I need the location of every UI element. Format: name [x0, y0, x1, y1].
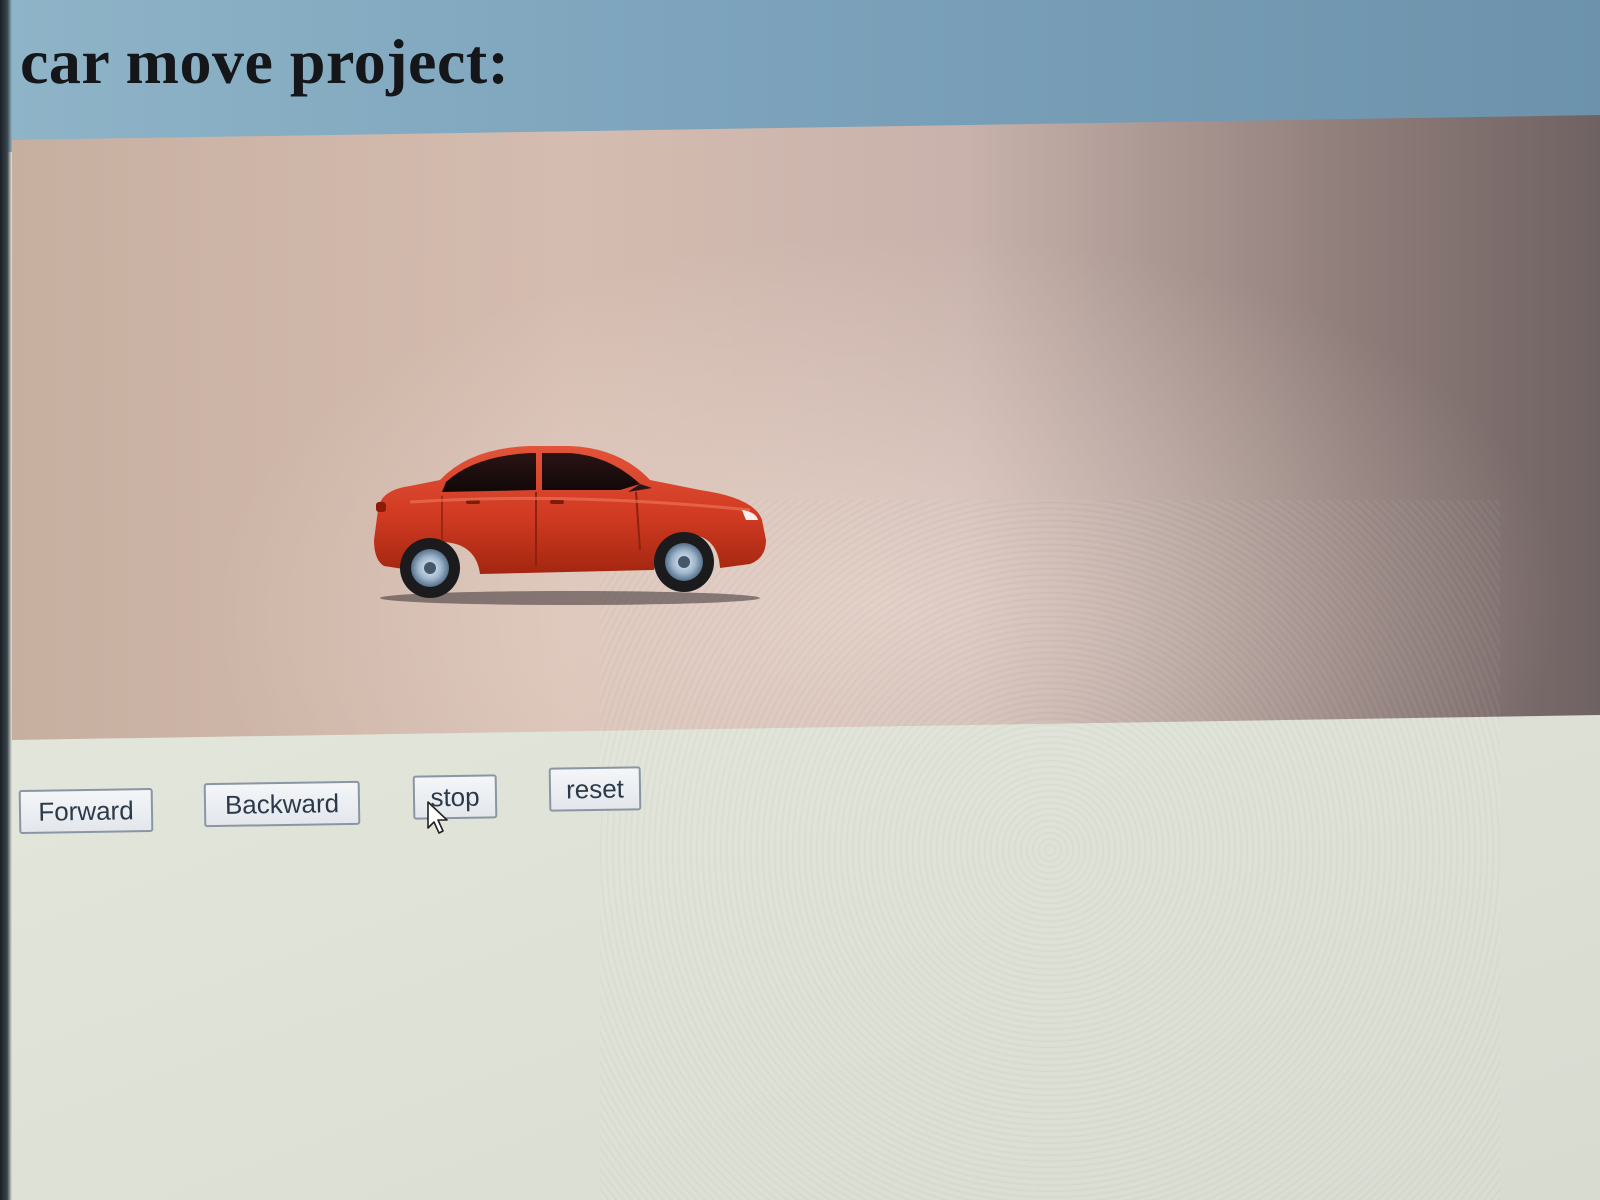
stage-lighting: [12, 115, 1600, 740]
backward-button[interactable]: Backward: [203, 780, 361, 828]
red-sedan-car-icon: [374, 446, 766, 605]
screen-bezel-edge: [0, 0, 12, 1200]
car-stage: [12, 115, 1600, 740]
stop-button[interactable]: stop: [412, 774, 498, 820]
forward-button[interactable]: Forward: [18, 787, 154, 835]
reset-button[interactable]: reset: [548, 766, 642, 812]
page-title: car move project:: [20, 26, 510, 97]
